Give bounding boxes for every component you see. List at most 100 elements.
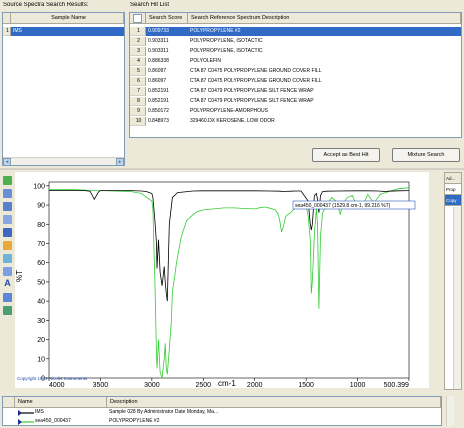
hit-row[interactable]: 2 0.903311 POLYPROPYLENE, ISOTACTIC: [130, 37, 461, 46]
hit-row[interactable]: 3 0.903311 POLYPROPYLENE, ISOTACTIC: [130, 47, 461, 56]
right-tab-strip: Ad... Prop Copy: [444, 172, 462, 390]
hit-row-index: 5: [130, 67, 146, 76]
region-tool-icon[interactable]: [3, 189, 12, 198]
hit-row-score: 0.852191: [148, 98, 169, 104]
mixture-search-button[interactable]: Mixture Search: [392, 148, 460, 162]
source-horizontal-scrollbar[interactable]: ◂ ▸: [3, 157, 124, 165]
list-options-icon[interactable]: [133, 13, 142, 23]
hit-row[interactable]: 1 0.909733 POLYPROPYLENE #2: [130, 27, 461, 36]
x-tick-label: 2500: [195, 382, 211, 388]
hit-row-description: POLYPROPYLENE-AMORPHOUS: [190, 108, 268, 114]
compare-tool-icon[interactable]: [3, 267, 12, 276]
hit-row-score: 0.852191: [148, 88, 169, 94]
hit-row-description: POLYPROPYLENE #2: [190, 28, 241, 34]
hit-row[interactable]: 8 0.852191 CTA 87 C0479 POLYPROPYLENE SILT…: [130, 97, 461, 106]
x-tick-label: 3500: [93, 382, 109, 388]
stack-tool-icon[interactable]: [3, 215, 12, 224]
hit-row-score: 0.848973: [148, 118, 169, 124]
x-tick-label: 1500: [298, 382, 314, 388]
hit-row-index: 9: [130, 107, 146, 116]
hit-row[interactable]: 5 0.86097 CTA 87 C0475 POLYPROPYLENE GROUN…: [130, 67, 461, 76]
hit-row-score: 0.909733: [148, 28, 169, 34]
sample-name-column-header[interactable]: Sample Name: [11, 13, 124, 24]
select-tool-icon[interactable]: [3, 176, 12, 185]
hit-row-description: CTA 87 C0475 POLYPROPYLENE GROUND COVER …: [190, 68, 322, 74]
scroll-left-arrow-icon[interactable]: ◂: [3, 158, 11, 165]
source-spectra-list[interactable]: Sample Name 1 IMS ◂ ▸: [2, 12, 125, 166]
arrow-tool-icon[interactable]: [3, 254, 12, 263]
x-tick-label: 2000: [247, 382, 263, 388]
spectrum-plot[interactable]: 1009080706050403020100 4000 3500 3000 2500 2…: [15, 172, 429, 388]
tab-properties[interactable]: Prop: [445, 184, 461, 195]
legend-name-text: sea450_000437: [35, 418, 71, 424]
y-tick-label: 10: [37, 356, 45, 363]
legend-description-header[interactable]: Description: [107, 397, 441, 408]
hit-row-description: POLYPROPYLENE, ISOTACTIC: [190, 48, 263, 54]
search-hit-list[interactable]: Search Score Search Reference Spectrum D…: [129, 12, 462, 138]
source-row-name: IMS: [13, 28, 22, 34]
description-header-label: Search Reference Spectrum Description: [191, 15, 290, 21]
source-row-index: 1: [3, 27, 11, 36]
hit-row-description: POLYPROPYLENE, ISOTACTIC: [190, 38, 263, 44]
y-tick-label: 20: [37, 337, 45, 344]
hit-row-score: 0.86097: [148, 78, 167, 84]
hit-row-score: 0.886338: [148, 58, 169, 64]
hit-row[interactable]: 10 0.848973 329460.DX KEROSENE, LOW ODOR: [130, 117, 461, 126]
legend-row-name: IMS: [15, 408, 107, 417]
spectra-legend-table[interactable]: Name Description IMS Sample 028 By Admin…: [2, 396, 442, 426]
zoom-tool-icon[interactable]: [3, 202, 12, 211]
cursor-tooltip: sea450_000437 (1529.8 cm-1, 99.216 %T): [295, 203, 391, 209]
hit-row[interactable]: 7 0.852191 CTA 87 C0479 POLYPROPYLENE SILT…: [130, 87, 461, 96]
accept-best-hit-button[interactable]: Accept as Best Hit: [312, 148, 380, 162]
hit-list-title: Search Hit List: [130, 2, 170, 8]
grid-tool-icon[interactable]: [3, 293, 12, 302]
hit-row-description: CTA 87 C0479 POLYPROPYLENE SILT FENCE WR…: [190, 88, 314, 94]
description-column-header[interactable]: Search Reference Spectrum Description: [188, 13, 461, 24]
scroll-right-arrow-icon[interactable]: ▸: [116, 158, 124, 165]
annotate-text-icon[interactable]: A: [3, 279, 12, 288]
x-tick-label: 4000: [49, 382, 65, 388]
tab-strip-scrollbar[interactable]: [453, 207, 461, 389]
tab-copy[interactable]: Copy: [445, 195, 461, 206]
hit-row-description: CTA 87 C0479 POLYPROPYLENE SILT FENCE WR…: [190, 98, 314, 104]
hit-row-index: 2: [130, 37, 146, 46]
hit-row-index: 6: [130, 77, 146, 86]
hit-row-description: CTA 87 C0475 POLYPROPYLENE GROUND COVER …: [190, 78, 322, 84]
hit-row-index: 1: [130, 27, 146, 36]
y-tick-label: 80: [37, 222, 45, 229]
hit-row-index: 10: [130, 117, 146, 126]
score-column-header[interactable]: Search Score: [146, 13, 188, 24]
legend-row[interactable]: sea450_000437 POLYPROPYLENE #2: [3, 417, 441, 425]
hit-row-index: 3: [130, 47, 146, 56]
hit-list-corner: [130, 13, 146, 24]
hit-row[interactable]: 9 0.850172 POLYPROPYLENE-AMORPHOUS: [130, 107, 461, 116]
sample-name-header-label: Sample Name: [51, 15, 86, 21]
splitter-bar[interactable]: [0, 168, 464, 170]
legend-row-name: sea450_000437: [15, 417, 107, 425]
baseline-tool-icon[interactable]: [3, 241, 12, 250]
tab-add[interactable]: Ad...: [445, 173, 461, 184]
series-swatch-icon: [18, 409, 34, 416]
source-row[interactable]: 1 IMS: [3, 27, 124, 36]
source-list-header: [3, 13, 11, 24]
hit-row-index: 4: [130, 57, 146, 66]
legend-row-description: POLYPROPYLENE #2: [109, 418, 160, 424]
peak-tool-icon[interactable]: [3, 228, 12, 237]
y-tick-label: 70: [37, 241, 45, 248]
hit-row[interactable]: 6 0.86097 CTA 87 C0475 POLYPROPYLENE GROUN…: [130, 77, 461, 86]
x-tick-label: 3000: [144, 382, 160, 388]
hit-row-index: 7: [130, 87, 146, 96]
hit-row-score: 0.86097: [148, 68, 167, 74]
legend-scrollbar[interactable]: [446, 396, 454, 426]
series-swatch-icon: [18, 418, 34, 425]
y-tick-label: 90: [37, 203, 45, 210]
hit-row-score: 0.903311: [148, 48, 169, 54]
legend-row[interactable]: IMS Sample 028 By Administrator Date Mon…: [3, 408, 441, 417]
legend-name-header-label: Name: [18, 399, 33, 405]
legend-name-text: IMS: [35, 409, 44, 415]
legend-name-header[interactable]: Name: [15, 397, 107, 408]
label-tool-icon[interactable]: [3, 306, 12, 315]
spectrum-toolbar: A: [0, 172, 15, 322]
hit-row[interactable]: 4 0.886338 POLYOLEFIN: [130, 57, 461, 66]
hit-row-description: POLYOLEFIN: [190, 58, 222, 64]
